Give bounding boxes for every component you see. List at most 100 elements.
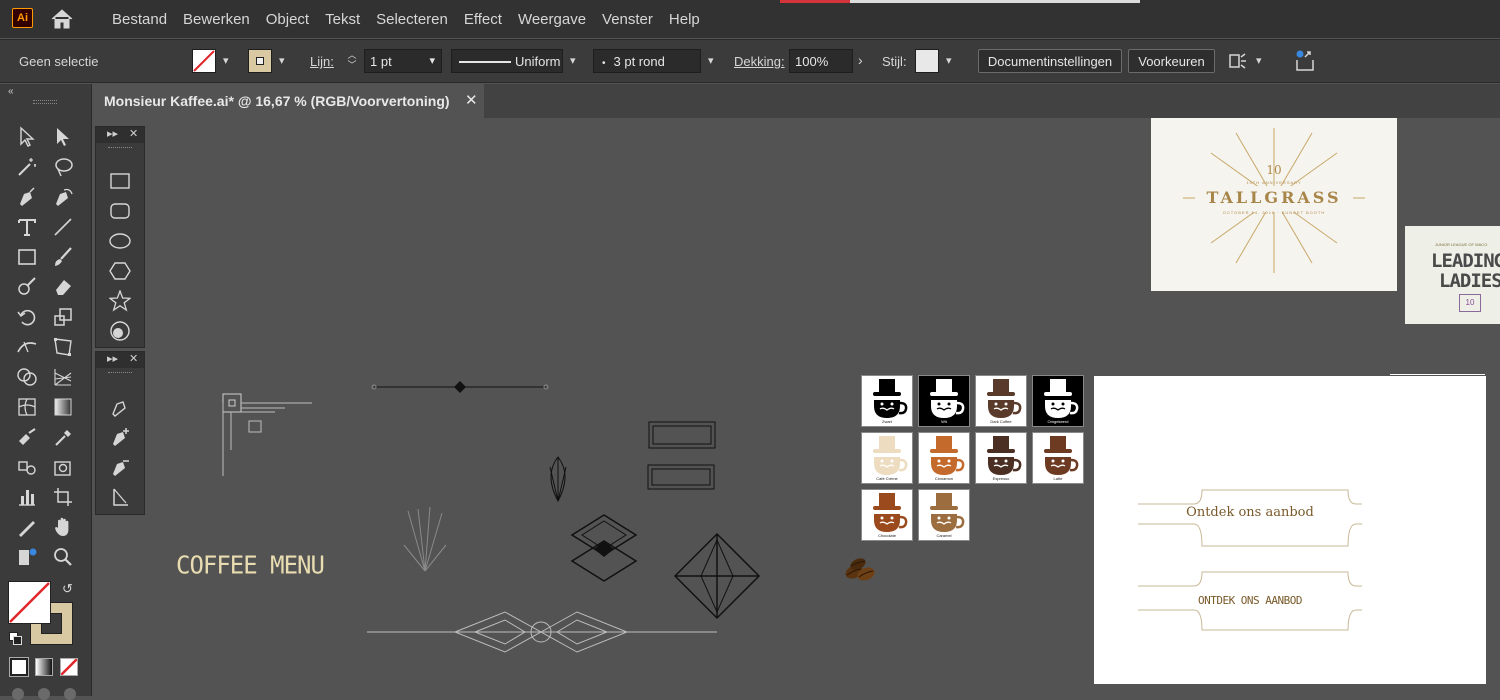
ellipse-tool-icon[interactable] — [107, 228, 133, 254]
blend-tool-icon[interactable] — [14, 424, 40, 450]
lasso-tool-icon[interactable] — [50, 154, 76, 180]
perspective-grid-icon[interactable] — [50, 364, 76, 390]
eyedropper-tool-icon[interactable] — [50, 424, 76, 450]
menu-bewerken[interactable]: Bewerken — [175, 11, 258, 28]
swatch-tile[interactable]: Cinnamon — [918, 432, 970, 484]
pen-tool-icon[interactable] — [107, 394, 133, 420]
pen-tool-icon[interactable] — [14, 184, 40, 210]
delete-anchor-point-icon[interactable] — [107, 454, 133, 480]
magic-wand-icon[interactable] — [14, 154, 40, 180]
menu-help[interactable]: Help — [661, 11, 708, 28]
draw-mode-icons[interactable] — [8, 684, 84, 700]
mesh-tool-icon[interactable] — [14, 394, 40, 420]
swap-fill-stroke-icon[interactable]: ↺ — [62, 581, 73, 597]
close-icon[interactable]: ✕ — [129, 352, 138, 365]
fill-chevron-down-icon[interactable]: ▾ — [223, 54, 229, 67]
document-settings-button[interactable]: Documentinstellingen — [978, 49, 1122, 73]
style-swatch[interactable] — [915, 49, 939, 73]
swatch-tile[interactable]: Wit — [918, 375, 970, 427]
arrange-chevron-down-icon[interactable]: ▾ — [1256, 54, 1262, 67]
polygon-tool-icon[interactable] — [107, 258, 133, 284]
artboard-buttons[interactable]: Ontdek ons aanbod ONTDEK ONS AANBOD — [1094, 376, 1486, 684]
eraser-tool-icon[interactable] — [50, 274, 76, 300]
scale-tool-icon[interactable] — [50, 304, 76, 330]
close-icon[interactable]: ✕ — [465, 91, 478, 109]
chevron-right-icon[interactable]: › — [858, 52, 863, 68]
swatch-tile[interactable]: Omgekeerd — [1032, 375, 1084, 427]
rotate-tool-icon[interactable] — [14, 304, 40, 330]
style-chevron-down-icon[interactable]: ▾ — [946, 54, 952, 67]
rectangle-tool-icon[interactable] — [107, 168, 133, 194]
variable-width-profile[interactable]: Uniform — [451, 49, 563, 73]
fill-color-indicator[interactable] — [8, 581, 51, 624]
shape-builder-tool-icon[interactable] — [14, 364, 40, 390]
stroke-swatch[interactable] — [248, 49, 272, 73]
menu-selecteren[interactable]: Selecteren — [368, 11, 456, 28]
gradient-tool-icon[interactable] — [50, 394, 76, 420]
symbol-sprayer-icon[interactable] — [14, 454, 40, 480]
coffee-menu-title[interactable]: COFFEE MENU — [176, 550, 325, 579]
swatch-tile[interactable]: Espresso — [975, 432, 1027, 484]
line-segment-tool-icon[interactable] — [50, 214, 76, 240]
stroke-stepper-icon[interactable]: ︿ ﹀ — [343, 50, 361, 74]
menu-venster[interactable]: Venster — [594, 11, 661, 28]
stroke-chevron-down-icon[interactable]: ▾ — [279, 54, 285, 67]
curvature-tool-icon[interactable] — [50, 184, 76, 210]
swatch-tile[interactable]: Zwart — [861, 375, 913, 427]
fill-swatch[interactable] — [192, 49, 216, 73]
shaper-tool-icon[interactable] — [14, 274, 40, 300]
diamond-ornament[interactable] — [570, 513, 638, 585]
frame-ornaments[interactable] — [645, 418, 720, 494]
menu-tekst[interactable]: Tekst — [317, 11, 368, 28]
art-deco-diamond[interactable] — [673, 532, 761, 620]
gradient-mode-icon[interactable] — [35, 658, 53, 676]
discover-icon[interactable] — [1292, 48, 1318, 74]
slice-tool-icon[interactable] — [14, 514, 40, 540]
document-tab[interactable]: Monsieur Kaffee.ai* @ 16,67 % (RGB/Voorv… — [92, 84, 484, 118]
type-tool-icon[interactable] — [14, 214, 40, 240]
expand-icon[interactable]: ▸▸ — [107, 127, 118, 140]
opacity-input[interactable]: 100% — [789, 49, 853, 73]
rounded-rectangle-tool-icon[interactable] — [107, 198, 133, 224]
menu-effect[interactable]: Effect — [456, 11, 510, 28]
brush-chevron-down-icon[interactable]: ▾ — [708, 54, 714, 67]
home-icon[interactable] — [50, 8, 74, 30]
selection-tool-icon[interactable] — [14, 124, 40, 150]
stroke-weight-input[interactable]: 1 pt ▾ — [364, 49, 442, 73]
swatch-tile[interactable]: Latte — [1032, 432, 1084, 484]
rectangle-tool-icon[interactable] — [14, 244, 40, 270]
tallgrass-image[interactable]: 10 10TH ANNIVERSARY TALLGRASS OCTOBER 14… — [1151, 118, 1397, 291]
arrange-documents-icon[interactable] — [1226, 50, 1248, 72]
anchor-point-tool-icon[interactable] — [107, 484, 133, 510]
border-ornament[interactable] — [365, 608, 721, 654]
brush-definition[interactable]: • 3 pt rond — [593, 49, 701, 73]
corner-ornament[interactable] — [215, 388, 315, 478]
flare-tool-icon[interactable] — [107, 318, 133, 344]
default-colors-icon[interactable] — [9, 632, 23, 646]
hand-tool-icon[interactable] — [50, 514, 76, 540]
width-tool-icon[interactable] — [14, 334, 40, 360]
coffee-beans-icon[interactable] — [842, 556, 878, 586]
print-tiling-tool-icon[interactable] — [14, 544, 40, 570]
swatch-tile[interactable]: Café Crème — [861, 432, 913, 484]
swatch-tile[interactable]: Chocolate — [861, 489, 913, 541]
direct-selection-tool-icon[interactable] — [50, 124, 76, 150]
live-paint-bucket-icon[interactable] — [50, 454, 76, 480]
fan-ornament[interactable] — [540, 455, 576, 505]
none-mode-icon[interactable] — [60, 658, 78, 676]
swatch-tile[interactable]: Caramel — [918, 489, 970, 541]
paintbrush-tool-icon[interactable] — [50, 244, 76, 270]
divider-ornament[interactable] — [370, 379, 550, 397]
swatch-tile[interactable]: Dark Coffee — [975, 375, 1027, 427]
add-anchor-point-icon[interactable] — [107, 424, 133, 450]
burst-ornament[interactable] — [400, 505, 450, 575]
free-transform-tool-icon[interactable] — [50, 334, 76, 360]
menu-object[interactable]: Object — [258, 11, 317, 28]
color-mode-icon[interactable] — [9, 657, 29, 677]
leading-ladies-image[interactable]: JUNIOR LEAGUE OF WACO LEADING LADIES 10 — [1405, 226, 1500, 324]
profile-chevron-down-icon[interactable]: ▾ — [570, 54, 576, 67]
star-tool-icon[interactable] — [107, 288, 133, 314]
collapse-panel-icon[interactable]: « — [8, 86, 14, 97]
column-graph-tool-icon[interactable] — [14, 484, 40, 510]
artboard-tool-icon[interactable] — [50, 484, 76, 510]
